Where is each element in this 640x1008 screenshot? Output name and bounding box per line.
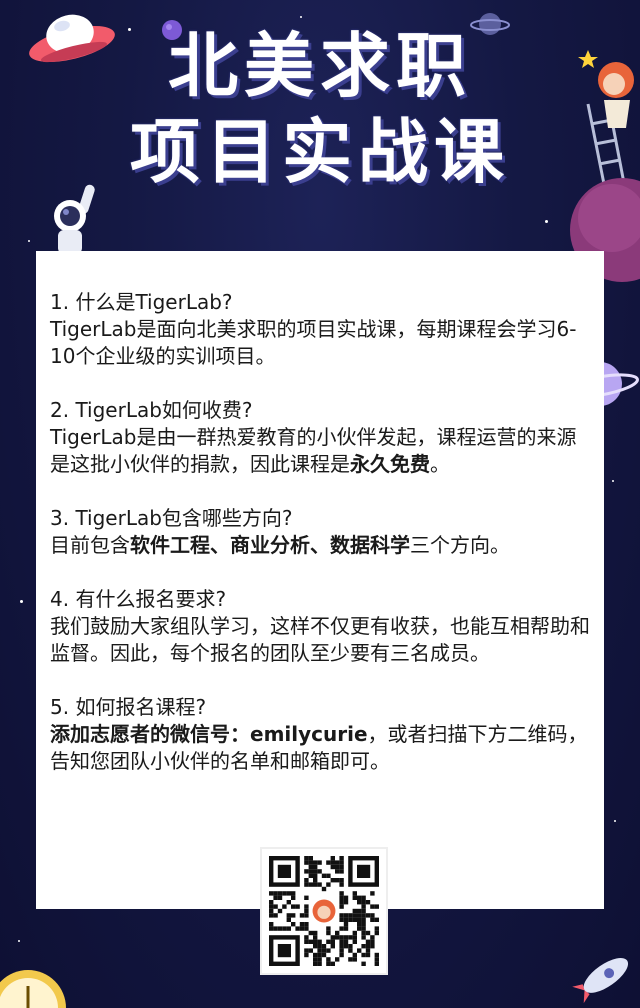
faq-item: 3. TigerLab包含哪些方向? 目前包含软件工程、商业分析、数据科学三个方…: [50, 505, 596, 559]
star-decoration: [612, 480, 614, 482]
faq-question: 5. 如何报名课程?: [50, 695, 207, 719]
faq-item: 4. 有什么报名要求? 我们鼓励大家组队学习，这样不仅更有收获，也能互相帮助和监…: [50, 586, 596, 667]
clock-icon: [0, 970, 66, 1008]
faq-answer-text: 目前包含: [50, 533, 130, 557]
faq-question: 2. TigerLab如何收费?: [50, 398, 253, 422]
faq-item: 2. TigerLab如何收费? TigerLab是由一群热爱教育的小伙伴发起，…: [50, 397, 596, 478]
faq-answer-text: 我们鼓励大家组队学习，这样不仅更有收获，也能互相帮助和监督。因此，每个报名的团队…: [50, 614, 590, 665]
faq-card: 1. 什么是TigerLab? TigerLab是面向北美求职的项目实战课，每期…: [36, 251, 604, 973]
faq-answer: TigerLab是面向北美求职的项目实战课，每期课程会学习6-10个企业级的实训…: [50, 316, 596, 370]
star-decoration: [614, 820, 616, 822]
faq-answer-emphasis: 永久免费: [350, 452, 430, 476]
faq-answer-text: 。: [430, 452, 450, 476]
qr-code-icon: [269, 856, 379, 966]
faq-answer-emphasis: 添加志愿者的微信号：emilycurie: [50, 722, 368, 746]
page-title-line2: 项目实战课: [130, 111, 510, 193]
faq-content: 1. 什么是TigerLab? TigerLab是面向北美求职的项目实战课，每期…: [50, 289, 596, 802]
faq-question: 4. 有什么报名要求?: [50, 587, 227, 611]
faq-item: 5. 如何报名课程? 添加志愿者的微信号：emilycurie，或者扫描下方二维…: [50, 694, 596, 775]
star-decoration: [18, 940, 20, 942]
faq-answer-text: TigerLab是面向北美求职的项目实战课，每期课程会学习6-10个企业级的实训…: [50, 317, 577, 368]
faq-item: 1. 什么是TigerLab? TigerLab是面向北美求职的项目实战课，每期…: [50, 289, 596, 370]
rocket-icon: [572, 958, 629, 1004]
faq-question: 1. 什么是TigerLab?: [50, 290, 233, 314]
star-decoration: [28, 240, 30, 242]
faq-answer-text: 三个方向。: [410, 533, 510, 557]
wechat-qr-code: [262, 849, 386, 973]
faq-answer: 我们鼓励大家组队学习，这样不仅更有收获，也能互相帮助和监督。因此，每个报名的团队…: [50, 613, 596, 667]
page-title-line1: 北美求职: [168, 25, 472, 107]
faq-answer: TigerLab是由一群热爱教育的小伙伴发起，课程运营的来源是这批小伙伴的捐款，…: [50, 424, 596, 478]
star-decoration: [300, 16, 302, 18]
faq-answer: 添加志愿者的微信号：emilycurie，或者扫描下方二维码，告知您团队小伙伴的…: [50, 721, 596, 775]
faq-answer-text: TigerLab是由一群热爱教育的小伙伴发起，课程运营的来源是这批小伙伴的捐款，…: [50, 425, 577, 476]
faq-answer-emphasis: 软件工程、商业分析、数据科学: [130, 533, 410, 557]
faq-question: 3. TigerLab包含哪些方向?: [50, 506, 293, 530]
star-decoration: [545, 220, 548, 223]
star-decoration: [20, 600, 23, 603]
faq-answer: 目前包含软件工程、商业分析、数据科学三个方向。: [50, 532, 596, 559]
